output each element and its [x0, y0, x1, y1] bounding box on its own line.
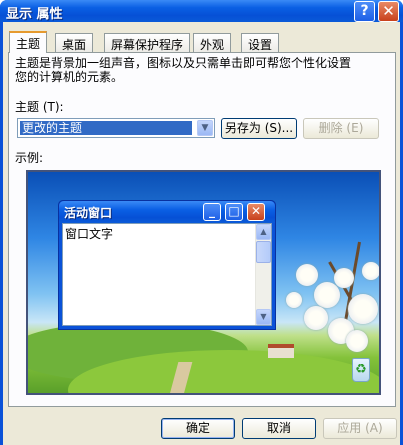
description-line-2: 您的计算机的元素。 [15, 70, 124, 84]
theme-select-value: 更改的主题 [20, 121, 192, 135]
scroll-down-icon: ▼ [256, 309, 271, 325]
help-button[interactable]: ? [354, 1, 375, 22]
preview-blossom [314, 282, 340, 308]
chevron-down-icon[interactable]: ▼ [197, 120, 213, 136]
theme-select[interactable]: 更改的主题 ▼ [17, 118, 215, 138]
description-line-1: 主题是背景加一组声音，图标以及只需单击即可帮您个性化设置 [15, 56, 352, 70]
close-icon: ✕ [247, 203, 265, 221]
save-as-button[interactable]: 另存为 (S)... [221, 118, 297, 139]
preview-blossom [286, 292, 302, 308]
preview-blossom [346, 330, 368, 352]
scroll-up-icon: ▲ [256, 224, 271, 240]
preview-blossom [304, 306, 328, 330]
title-bar[interactable]: 显示 属性 ? ✕ [0, 0, 403, 22]
recycle-bin-icon: ♻ [352, 358, 370, 382]
tab-themes[interactable]: 主题 [9, 31, 48, 53]
scroll-thumb [256, 241, 271, 263]
ok-button[interactable]: 确定 [161, 418, 235, 439]
maximize-icon: □ [225, 203, 243, 221]
theme-label: 主题 (T): [15, 100, 64, 114]
tab-screensaver[interactable]: 屏幕保护程序 [104, 33, 191, 52]
cancel-button[interactable]: 取消 [242, 418, 316, 439]
preview-label: 示例: [15, 151, 44, 165]
preview-blossom [334, 268, 354, 288]
close-icon: ✕ [382, 2, 395, 20]
tab-appearance[interactable]: 外观 [193, 33, 232, 52]
dialog-client-area: 主题 桌面 屏幕保护程序 外观 设置 主题是背景加一组声音，图标以及只需单击即可… [3, 22, 400, 445]
help-icon: ? [360, 3, 369, 19]
preview-window-titlebar: 活动窗口 _ □ ✕ [59, 201, 275, 223]
preview-blossom [296, 264, 318, 286]
apply-button[interactable]: 应用 (A) [323, 418, 397, 439]
tab-settings[interactable]: 设置 [241, 33, 280, 52]
preview-blossom [362, 262, 379, 280]
close-button[interactable]: ✕ [378, 1, 399, 22]
preview-scrollbar: ▲ ▼ [255, 224, 271, 325]
tab-desktop[interactable]: 桌面 [55, 33, 94, 52]
display-properties-window: 显示 属性 ? ✕ 主题 桌面 屏幕保护程序 外观 设置 主题是背景加一组声音，… [0, 0, 403, 445]
preview-active-window: 活动窗口 _ □ ✕ 窗口文字 ▲ ▼ [58, 200, 276, 330]
window-title: 显示 属性 [6, 7, 63, 22]
theme-preview: ♻ 活动窗口 _ □ ✕ 窗口文字 ▲ ▼ [26, 170, 381, 395]
preview-house [268, 344, 294, 358]
minimize-icon: _ [203, 203, 221, 221]
theme-description: 主题是背景加一组声音，图标以及只需单击即可帮您个性化设置 您的计算机的元素。 [15, 56, 385, 84]
preview-window-title: 活动窗口 [64, 206, 113, 220]
preview-window-body: 窗口文字 ▲ ▼ [62, 223, 272, 326]
preview-blossom [348, 294, 378, 324]
delete-button[interactable]: 删除 (E) [303, 118, 379, 139]
preview-window-text: 窗口文字 [65, 227, 114, 241]
